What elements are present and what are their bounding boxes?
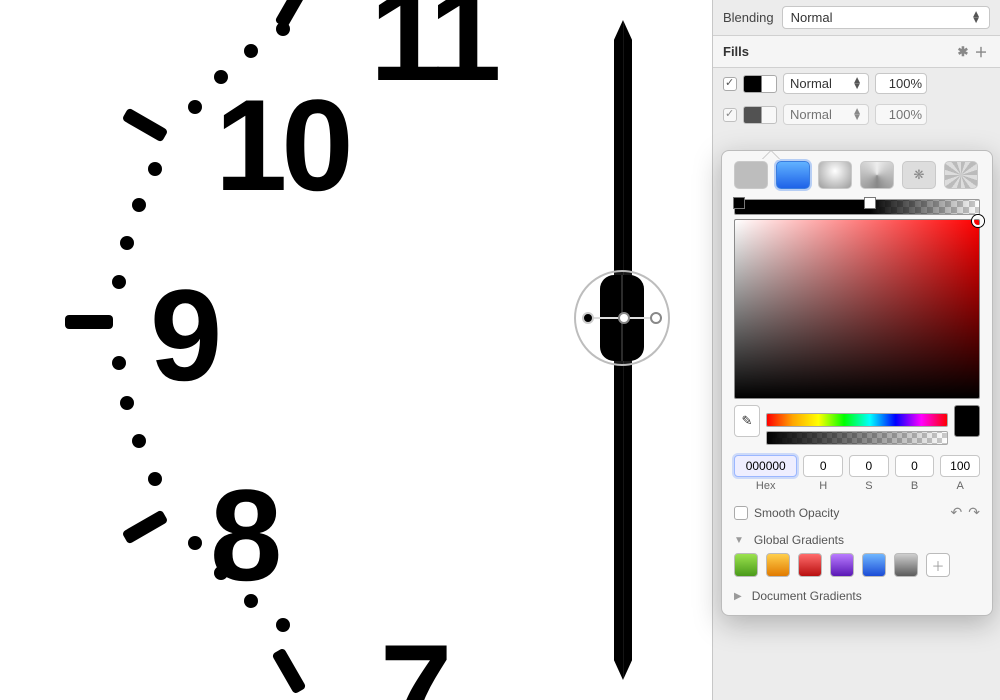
fill-type-tabs bbox=[734, 161, 980, 189]
fill-enable-checkbox[interactable] bbox=[723, 77, 737, 91]
color-popover: ✎ Hex H S B bbox=[721, 150, 993, 616]
b-input[interactable] bbox=[895, 455, 935, 477]
blending-row: Blending Normal ▲▼ bbox=[713, 0, 1000, 35]
gradient-stop-start[interactable] bbox=[582, 312, 594, 324]
hue-slider[interactable] bbox=[766, 413, 948, 427]
hex-label: Hex bbox=[734, 480, 797, 492]
fill-blend-select[interactable]: Normal ▲▼ bbox=[783, 73, 869, 94]
preset-swatch[interactable] bbox=[830, 553, 854, 577]
fills-title: Fills bbox=[723, 44, 749, 59]
fill-enable-checkbox[interactable] bbox=[723, 108, 737, 122]
minute-dot bbox=[120, 396, 134, 410]
minute-dot bbox=[112, 356, 126, 370]
minute-dot bbox=[188, 536, 202, 550]
fill-blend-select[interactable]: Normal ▲▼ bbox=[783, 104, 869, 125]
preset-swatch[interactable] bbox=[734, 553, 758, 577]
fill-row-1: Normal ▲▼ 100% bbox=[713, 99, 1000, 130]
hex-input[interactable] bbox=[734, 455, 797, 477]
gradient-editor-overlay[interactable] bbox=[574, 270, 670, 366]
preset-swatch[interactable] bbox=[862, 553, 886, 577]
h-input[interactable] bbox=[803, 455, 843, 477]
s-label: S bbox=[849, 480, 889, 492]
preset-swatch[interactable] bbox=[894, 553, 918, 577]
a-label: A bbox=[940, 480, 980, 492]
fill-type-linear[interactable] bbox=[776, 161, 810, 189]
blending-select[interactable]: Normal ▲▼ bbox=[782, 6, 990, 29]
current-color-swatch[interactable] bbox=[954, 405, 980, 437]
minute-dot bbox=[276, 618, 290, 632]
eyedropper-icon: ✎ bbox=[742, 413, 753, 429]
numeral-9: 9 bbox=[150, 260, 216, 410]
numeral-7: 7 bbox=[380, 615, 446, 700]
s-input[interactable] bbox=[849, 455, 889, 477]
gradient-bar-stop-0[interactable] bbox=[733, 197, 745, 219]
fill-type-angular[interactable] bbox=[860, 161, 894, 189]
a-input[interactable] bbox=[940, 455, 980, 477]
eyedropper-button[interactable]: ✎ bbox=[734, 405, 760, 437]
blending-label: Blending bbox=[723, 10, 774, 25]
color-field-handle[interactable] bbox=[972, 215, 984, 227]
add-fill-button[interactable]: ＋ bbox=[972, 42, 990, 61]
fill-type-radial[interactable] bbox=[818, 161, 852, 189]
chevron-updown-icon: ▲▼ bbox=[852, 78, 862, 90]
disclosure-down-icon[interactable]: ▼ bbox=[734, 535, 744, 546]
minute-dot bbox=[112, 275, 126, 289]
fills-header: Fills ✱ ＋ bbox=[713, 35, 1000, 68]
color-inputs: Hex H S B A bbox=[734, 455, 980, 492]
fill-blend-value: Normal bbox=[790, 107, 832, 122]
disclosure-right-icon[interactable]: ▶ bbox=[734, 591, 742, 602]
color-field[interactable] bbox=[734, 219, 980, 399]
add-preset-button[interactable]: ＋ bbox=[926, 553, 950, 577]
alpha-slider[interactable] bbox=[766, 431, 948, 445]
gradient-stop-end[interactable] bbox=[650, 312, 662, 324]
minute-dot bbox=[148, 162, 162, 176]
fill-type-noise[interactable] bbox=[944, 161, 978, 189]
minute-dot bbox=[188, 100, 202, 114]
h-label: H bbox=[803, 480, 843, 492]
fill-blend-value: Normal bbox=[790, 76, 832, 91]
gear-icon[interactable]: ✱ bbox=[954, 44, 972, 60]
b-label: B bbox=[895, 480, 935, 492]
undo-icon[interactable]: ↶ bbox=[951, 504, 963, 521]
minute-dot bbox=[120, 236, 134, 250]
smooth-opacity-label: Smooth Opacity bbox=[754, 506, 839, 520]
numeral-8: 8 bbox=[210, 460, 276, 610]
chevron-updown-icon: ▲▼ bbox=[971, 12, 981, 24]
minute-dot bbox=[276, 22, 290, 36]
gradient-bar-stop-1[interactable] bbox=[864, 197, 876, 219]
minute-dot bbox=[148, 472, 162, 486]
numeral-11: 11 bbox=[370, 0, 495, 110]
fill-row-0: Normal ▲▼ 100% bbox=[713, 68, 1000, 99]
inspector-panel: Blending Normal ▲▼ Fills ✱ ＋ Normal ▲▼ 1… bbox=[712, 0, 1000, 700]
numeral-10: 10 bbox=[215, 70, 348, 220]
redo-icon[interactable]: ↷ bbox=[968, 504, 980, 521]
preset-swatch[interactable] bbox=[798, 553, 822, 577]
document-gradients-title: Document Gradients bbox=[752, 589, 862, 603]
gradient-stop-mid[interactable] bbox=[618, 312, 630, 324]
chevron-updown-icon: ▲▼ bbox=[852, 109, 862, 121]
fill-opacity-field[interactable]: 100% bbox=[875, 73, 927, 94]
global-gradients-title: Global Gradients bbox=[754, 533, 844, 547]
tick-9 bbox=[65, 315, 113, 329]
fill-opacity-field[interactable]: 100% bbox=[875, 104, 927, 125]
gradient-bar[interactable] bbox=[734, 199, 980, 215]
blending-value: Normal bbox=[791, 10, 833, 25]
fill-type-pattern[interactable] bbox=[902, 161, 936, 189]
fill-type-flat[interactable] bbox=[734, 161, 768, 189]
preset-swatch[interactable] bbox=[766, 553, 790, 577]
fill-swatch[interactable] bbox=[743, 75, 777, 93]
minute-dot bbox=[132, 434, 146, 448]
minute-dot bbox=[244, 44, 258, 58]
fill-swatch[interactable] bbox=[743, 106, 777, 124]
smooth-opacity-checkbox[interactable] bbox=[734, 506, 748, 520]
minute-dot bbox=[132, 198, 146, 212]
global-gradients-presets: ＋ bbox=[734, 553, 980, 577]
design-canvas[interactable]: 11 10 9 8 7 bbox=[0, 0, 712, 700]
